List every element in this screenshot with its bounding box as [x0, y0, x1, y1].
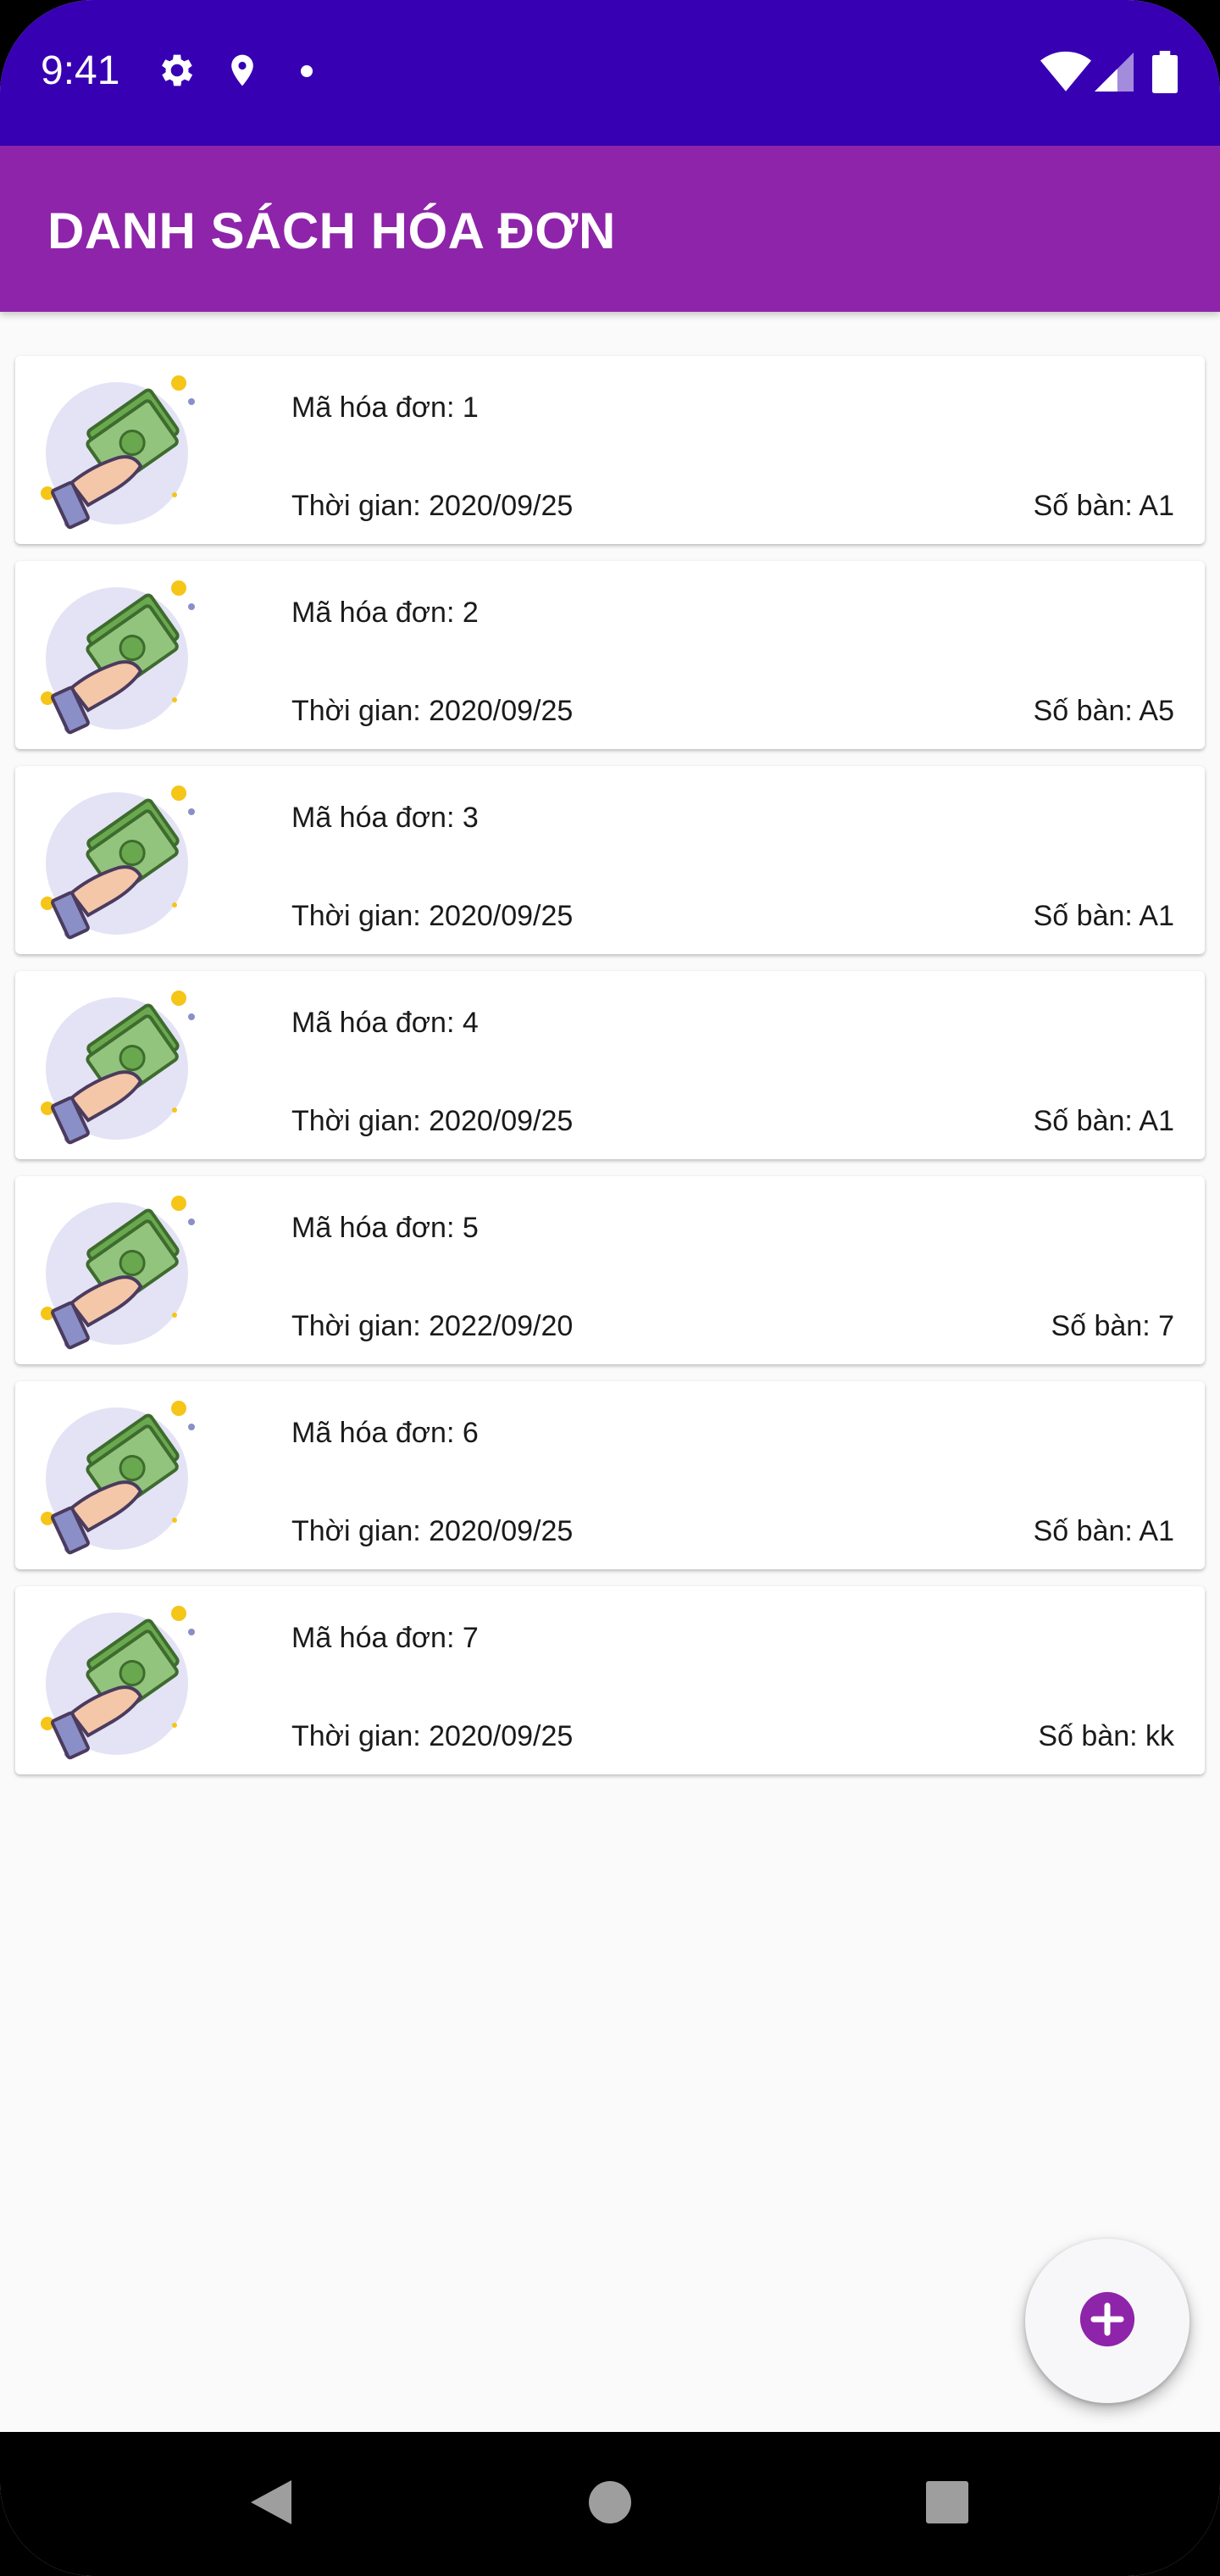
money-hand-icon	[41, 1193, 210, 1354]
battery-icon	[1152, 51, 1178, 97]
invoice-id: Mã hóa đơn: 2	[291, 597, 479, 629]
invoice-card[interactable]: Mã hóa đơn: 3 Thời gian: 2020/09/25 Số b…	[15, 766, 1205, 954]
invoice-time: Thời gian: 2020/09/25	[291, 1515, 574, 1547]
invoice-card[interactable]: Mã hóa đơn: 2 Thời gian: 2020/09/25 Số b…	[15, 561, 1205, 749]
app-bar: DANH SÁCH HÓA ĐƠN	[0, 146, 1220, 312]
recents-button[interactable]	[905, 2432, 990, 2576]
status-bar: 9:41	[0, 0, 1220, 146]
invoice-time: Thời gian: 2020/09/25	[291, 1105, 574, 1137]
location-pin-icon	[224, 49, 261, 96]
invoice-table: Số bàn: A1	[1033, 1105, 1174, 1137]
invoice-card[interactable]: Mã hóa đơn: 4 Thời gian: 2020/09/25 Số b…	[15, 971, 1205, 1159]
invoice-time: Thời gian: 2020/09/25	[291, 900, 574, 932]
invoice-table: Số bàn: 7	[1051, 1310, 1174, 1342]
invoice-time: Thời gian: 2022/09/20	[291, 1310, 574, 1342]
wifi-icon	[1040, 51, 1091, 96]
invoice-card[interactable]: Mã hóa đơn: 7 Thời gian: 2020/09/25 Số b…	[15, 1586, 1205, 1774]
page-title: DANH SÁCH HÓA ĐƠN	[47, 203, 616, 259]
invoice-time: Thời gian: 2020/09/25	[291, 490, 574, 522]
gear-icon	[156, 49, 198, 96]
back-icon	[247, 2477, 295, 2532]
invoice-id: Mã hóa đơn: 5	[291, 1212, 479, 1244]
navigation-bar	[0, 2432, 1220, 2576]
invoice-table: Số bàn: A5	[1033, 695, 1174, 727]
money-hand-icon	[41, 373, 210, 534]
invoice-id: Mã hóa đơn: 7	[291, 1622, 479, 1654]
home-icon	[587, 2479, 633, 2529]
invoice-card[interactable]: Mã hóa đơn: 1 Thời gian: 2020/09/25 Số b…	[15, 356, 1205, 544]
back-button[interactable]	[229, 2432, 313, 2576]
money-hand-icon	[41, 1603, 210, 1764]
home-button[interactable]	[568, 2432, 652, 2576]
status-time: 9:41	[41, 48, 120, 93]
money-hand-icon	[41, 1398, 210, 1559]
invoice-table: Số bàn: A1	[1033, 490, 1174, 522]
app-screen: 9:41 DANH SÁCH HÓA ĐƠN Mã hóa đơn: 1 Thờ…	[0, 0, 1220, 2576]
add-invoice-button[interactable]	[1025, 2239, 1190, 2403]
dot-icon	[300, 64, 313, 82]
invoice-id: Mã hóa đơn: 4	[291, 1007, 479, 1039]
add-icon	[1078, 2290, 1137, 2353]
invoice-card[interactable]: Mã hóa đơn: 6 Thời gian: 2020/09/25 Số b…	[15, 1381, 1205, 1569]
money-hand-icon	[41, 783, 210, 944]
invoice-table: Số bàn: A1	[1033, 1515, 1174, 1547]
money-hand-icon	[41, 988, 210, 1149]
recents-icon	[925, 2480, 969, 2529]
invoice-id: Mã hóa đơn: 6	[291, 1417, 479, 1449]
invoice-time: Thời gian: 2020/09/25	[291, 695, 574, 727]
invoice-table: Số bàn: kk	[1038, 1720, 1174, 1752]
money-hand-icon	[41, 578, 210, 739]
invoice-id: Mã hóa đơn: 1	[291, 391, 479, 424]
cellular-signal-icon	[1095, 53, 1134, 96]
invoice-time: Thời gian: 2020/09/25	[291, 1720, 574, 1752]
invoice-card[interactable]: Mã hóa đơn: 5 Thời gian: 2022/09/20 Số b…	[15, 1176, 1205, 1364]
invoice-table: Số bàn: A1	[1033, 900, 1174, 932]
invoice-id: Mã hóa đơn: 3	[291, 802, 479, 834]
